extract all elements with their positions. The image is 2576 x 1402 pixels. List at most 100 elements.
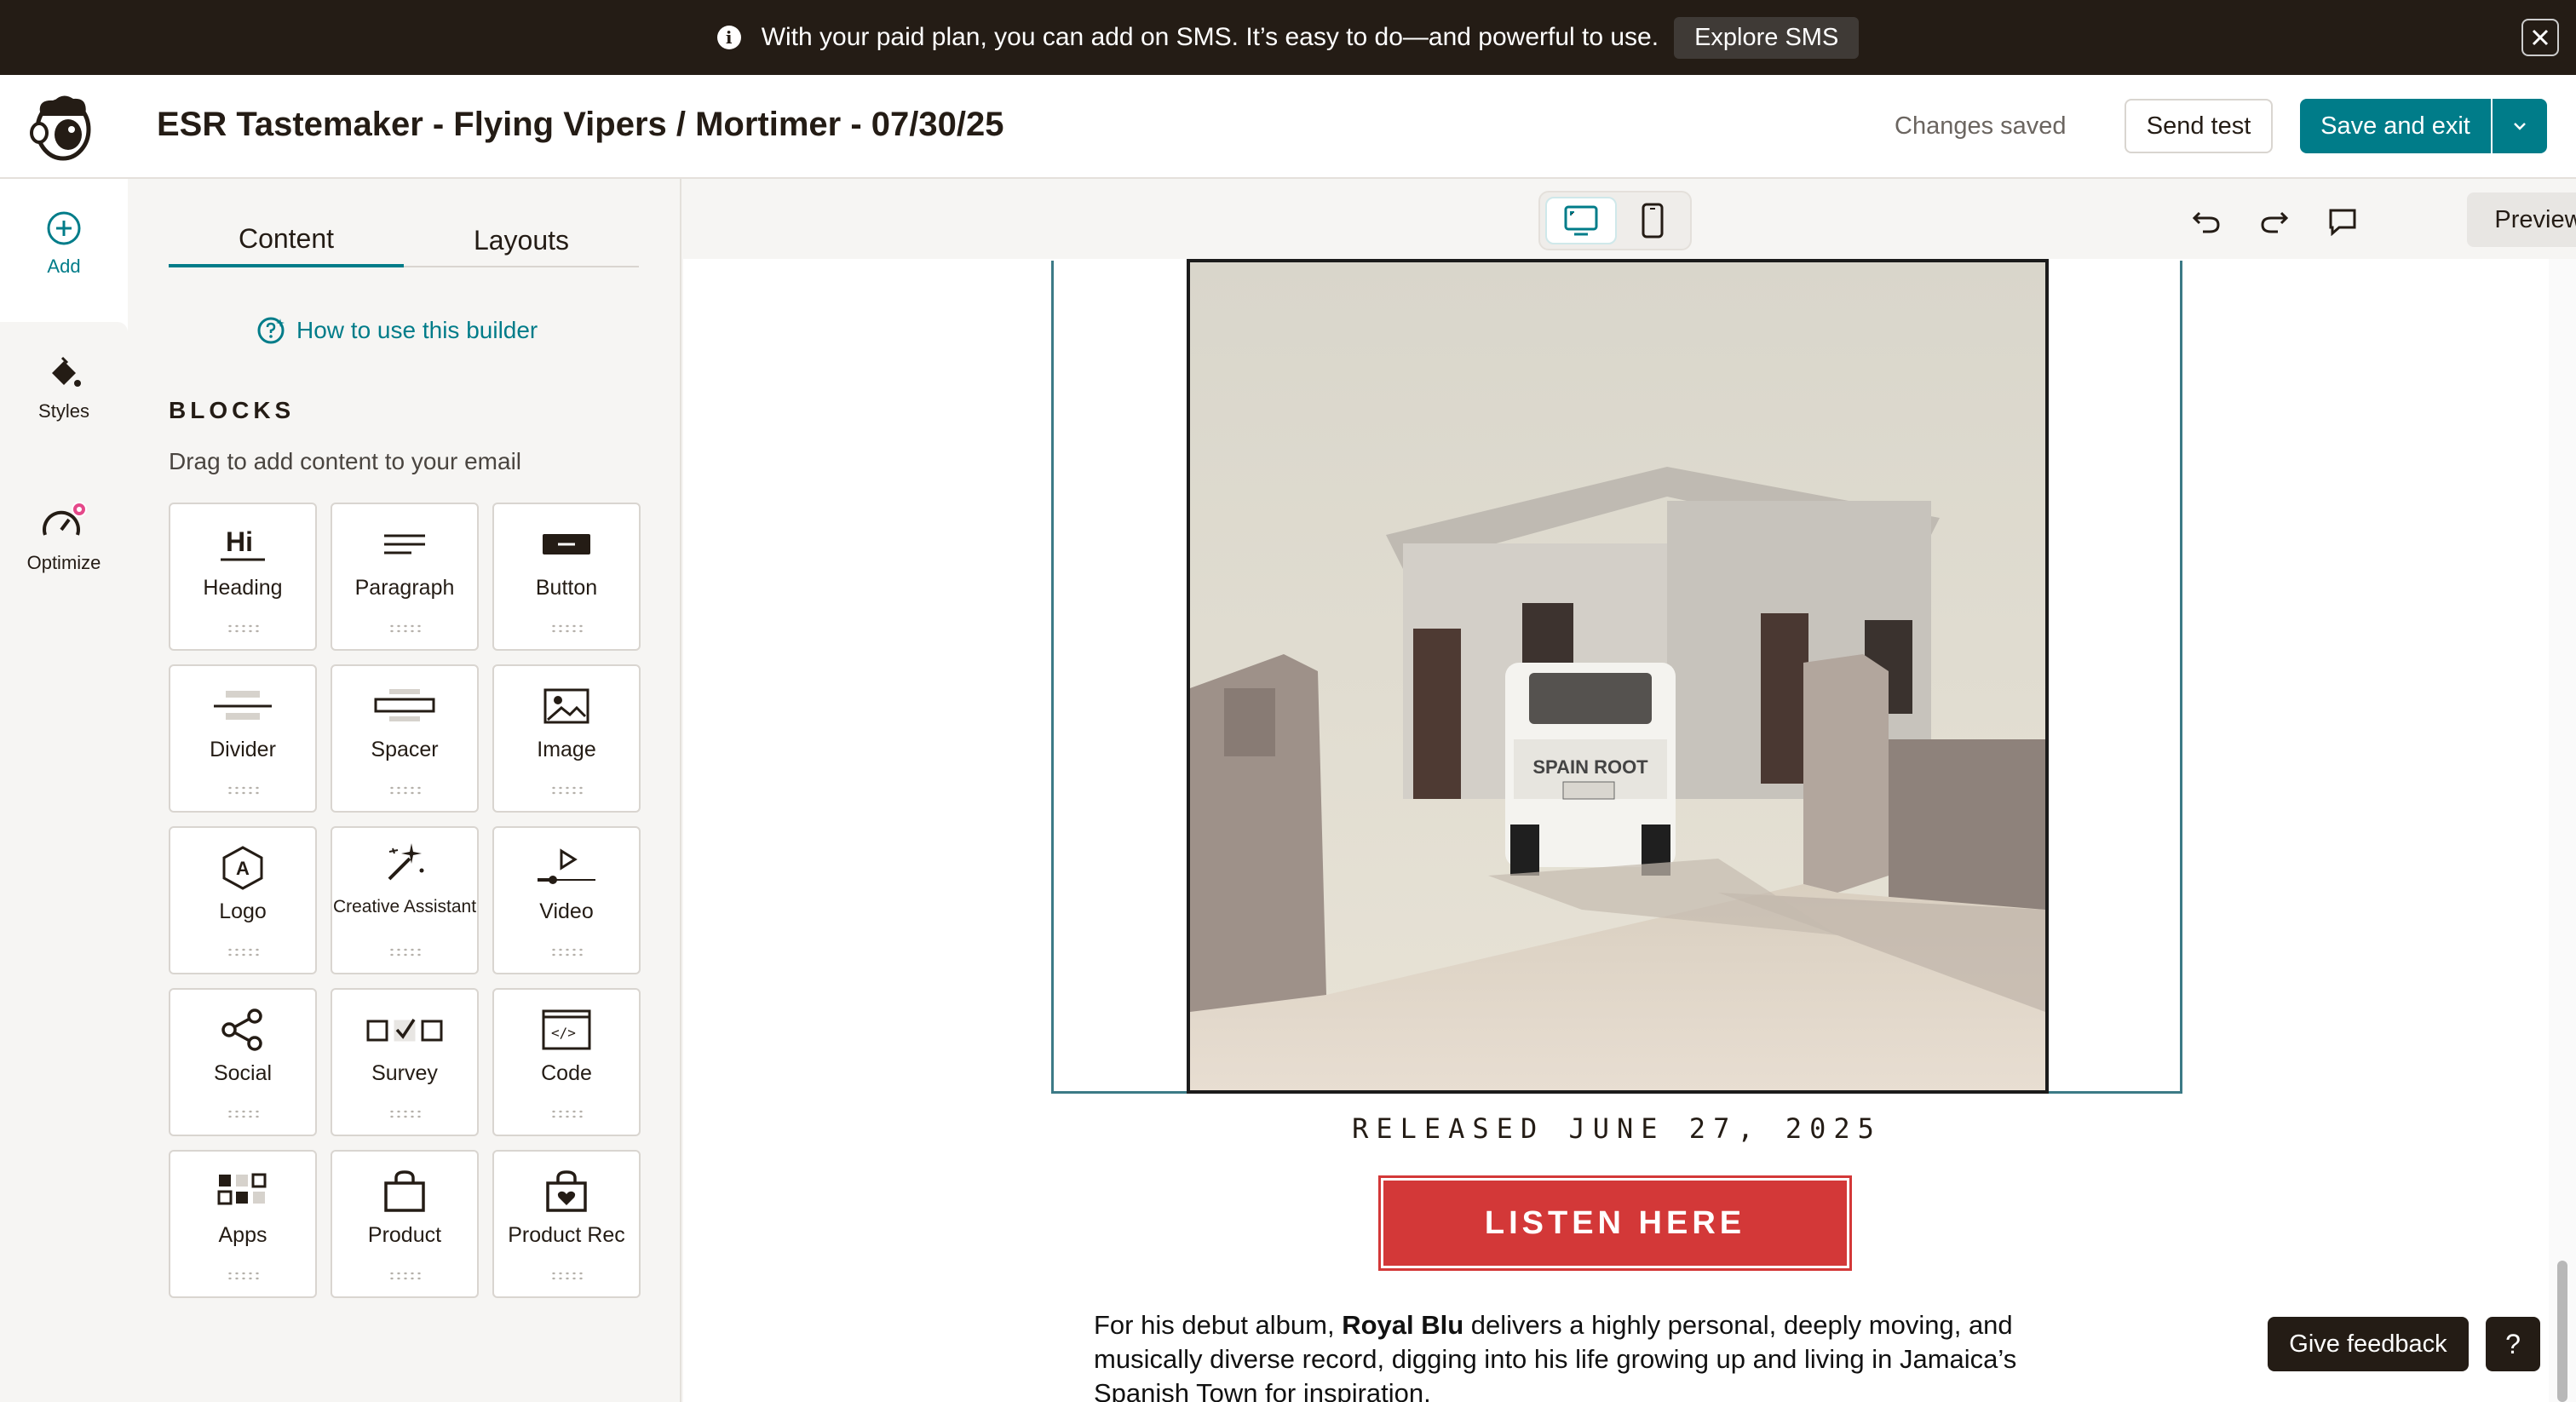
drag-grip-icon — [227, 785, 261, 796]
block-social[interactable]: Social — [169, 988, 317, 1136]
paint-bucket-icon — [52, 356, 81, 387]
how-to-use-label: How to use this builder — [296, 317, 538, 343]
block-label: Divider — [210, 738, 276, 761]
content-panel: Content Layouts How to use this builder … — [128, 179, 681, 1402]
editor-header: ESR Tastemaker - Flying Vipers / Mortime… — [0, 75, 2576, 179]
release-date-text: RELEASED JUNE 27, 2025 — [1352, 1112, 1882, 1145]
listen-here-label: LISTEN HERE — [1383, 1181, 1847, 1266]
explore-sms-button[interactable]: Explore SMS — [1674, 16, 1860, 59]
svg-text:</>: </> — [551, 1025, 576, 1041]
how-to-use-link[interactable]: How to use this builder — [256, 315, 538, 346]
block-label: Apps — [218, 1223, 267, 1247]
drag-grip-icon — [550, 1271, 584, 1281]
preview-button[interactable]: Preview — [2467, 192, 2576, 247]
drag-grip-icon — [550, 1109, 584, 1119]
svg-text:SPAIN ROOT: SPAIN ROOT — [1532, 756, 1648, 778]
scrollbar-thumb[interactable] — [2557, 1261, 2567, 1402]
svg-text:Hi: Hi — [226, 526, 253, 557]
tab-layouts[interactable]: Layouts — [404, 213, 639, 267]
mobile-view-button[interactable] — [1617, 197, 1688, 244]
close-banner-button[interactable] — [2521, 19, 2559, 56]
share-icon — [221, 1008, 262, 1051]
save-and-exit-button[interactable]: Save and exit — [2300, 99, 2491, 153]
undo-icon — [2192, 211, 2220, 233]
mailchimp-logo-icon[interactable] — [29, 90, 95, 162]
block-label: Paragraph — [354, 576, 455, 600]
block-label: Image — [537, 738, 596, 761]
block-label: Logo — [219, 899, 267, 923]
undo-button[interactable] — [2186, 201, 2227, 242]
block-label: Button — [535, 576, 598, 600]
block-video[interactable]: Video — [492, 826, 641, 974]
block-label: Creative Assistant — [332, 897, 477, 916]
rail-add[interactable]: Add — [0, 210, 128, 278]
house-photo: SPAIN ROOT — [1190, 262, 2045, 1090]
rail-styles-label: Styles — [38, 400, 89, 422]
blocks-subtitle: Drag to add content to your email — [169, 448, 522, 474]
magic-wand-icon — [388, 843, 424, 881]
desktop-view-button[interactable] — [1545, 197, 1617, 244]
drag-grip-icon — [388, 947, 423, 957]
drag-grip-icon — [550, 785, 584, 796]
drag-grip-icon — [227, 947, 261, 957]
block-product[interactable]: Product — [331, 1150, 479, 1298]
block-label: Video — [539, 899, 594, 923]
album-cover-image[interactable]: SPAIN ROOT — [1187, 259, 2049, 1094]
block-spacer[interactable]: Spacer — [331, 664, 479, 813]
drag-grip-icon — [227, 1271, 261, 1281]
canvas-scrollbar[interactable] — [2549, 259, 2576, 1402]
redo-button[interactable] — [2254, 201, 2295, 242]
drag-grip-icon — [227, 623, 261, 634]
album-description-paragraph[interactable]: For his debut album, Royal Blu delivers … — [1094, 1308, 2065, 1402]
block-divider[interactable]: Divider — [169, 664, 317, 813]
block-label: Survey — [371, 1061, 438, 1085]
block-button[interactable]: Button — [492, 503, 641, 651]
apps-icon — [217, 1173, 267, 1205]
rail-styles[interactable]: Styles — [0, 322, 128, 467]
drag-grip-icon — [388, 1109, 423, 1119]
help-sparkle-icon — [257, 317, 285, 344]
gauge-icon — [43, 502, 87, 536]
block-label: Social — [213, 1061, 273, 1085]
drag-grip-icon — [550, 947, 584, 957]
svg-text:A: A — [236, 858, 250, 879]
close-icon — [2532, 29, 2549, 46]
product-rec-icon — [546, 1170, 587, 1212]
block-image[interactable]: Image — [492, 664, 641, 813]
block-apps[interactable]: Apps — [169, 1150, 317, 1298]
drag-grip-icon — [388, 623, 423, 634]
block-label: Product — [367, 1223, 442, 1247]
spacer-icon — [374, 689, 435, 721]
block-paragraph[interactable]: Paragraph — [331, 503, 479, 651]
drag-grip-icon — [388, 785, 423, 796]
block-logo[interactable]: A Logo — [169, 826, 317, 974]
selected-image-block[interactable]: SPAIN ROOT — [1051, 259, 2182, 1094]
paragraph-icon — [384, 534, 425, 554]
block-code[interactable]: </> Code — [492, 988, 641, 1136]
help-button[interactable]: ? — [2486, 1317, 2540, 1371]
send-test-button[interactable]: Send test — [2125, 99, 2273, 153]
banner-message: With your paid plan, you can add on SMS.… — [761, 23, 1659, 51]
rail-add-label: Add — [47, 256, 81, 277]
view-toggle — [1538, 191, 1692, 250]
tab-content[interactable]: Content — [169, 213, 404, 267]
block-heading[interactable]: Hi Heading — [169, 503, 317, 651]
rail-optimize[interactable]: Optimize — [0, 467, 128, 1402]
campaign-title[interactable]: ESR Tastemaker - Flying Vipers / Mortime… — [157, 106, 1003, 144]
block-product-rec[interactable]: Product Rec — [492, 1150, 641, 1298]
block-creative-assistant[interactable]: Creative Assistant — [331, 826, 479, 974]
left-rail: Add Styles Optimize — [0, 179, 128, 1402]
comments-button[interactable] — [2322, 201, 2363, 242]
block-survey[interactable]: Survey — [331, 988, 479, 1136]
listen-here-button[interactable]: LISTEN HERE — [1378, 1175, 1852, 1271]
comment-icon — [2329, 209, 2356, 236]
block-label: Code — [541, 1061, 592, 1085]
save-options-dropdown[interactable] — [2493, 99, 2547, 153]
blocks-heading: BLOCKS — [169, 397, 296, 423]
body-text-prefix: For his debut album, — [1094, 1310, 1343, 1340]
video-icon — [538, 848, 595, 884]
add-circle-icon — [47, 211, 81, 245]
logo-icon: A — [222, 846, 263, 890]
give-feedback-button[interactable]: Give feedback — [2268, 1317, 2469, 1371]
panel-tabs: Content Layouts — [169, 213, 639, 267]
